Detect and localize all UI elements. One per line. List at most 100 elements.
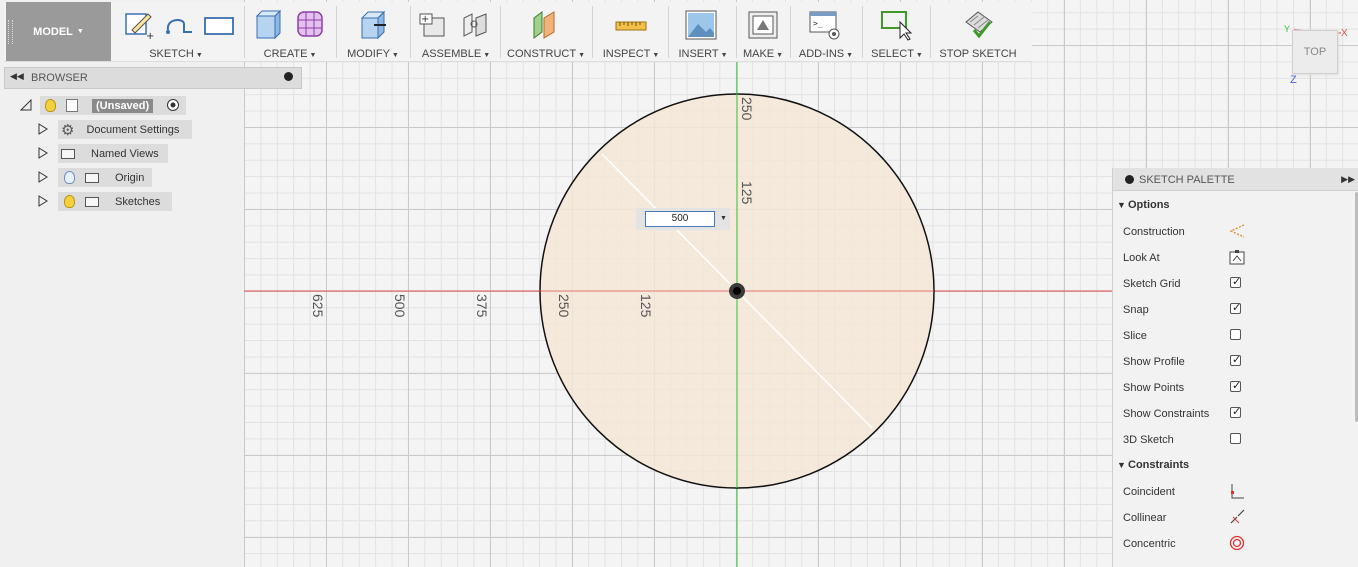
sketch-group[interactable]: + SKETCH ▼: [116, 2, 236, 61]
palette-header[interactable]: SKETCH PALETTE ▶▶: [1113, 168, 1358, 191]
create-group[interactable]: CREATE ▼: [248, 2, 332, 61]
palette-option-show-profile[interactable]: Show Profile: [1113, 349, 1353, 375]
stop-sketch-group[interactable]: STOP SKETCH: [934, 2, 1022, 61]
show-profile-checkbox[interactable]: [1230, 353, 1241, 366]
options-section-header[interactable]: ▼ Options: [1113, 193, 1353, 219]
select-icon[interactable]: [880, 8, 914, 42]
palette-option-slice[interactable]: Slice: [1113, 323, 1353, 349]
rectangle-icon[interactable]: [202, 8, 236, 42]
center-point[interactable]: [733, 287, 741, 295]
palette-option-snap[interactable]: Snap: [1113, 297, 1353, 323]
new-component-icon[interactable]: +: [416, 8, 450, 42]
browser-item-node[interactable]: ⚙ Document Settings: [58, 120, 192, 139]
dimension-input-box: 500 ▼: [636, 208, 730, 230]
insert-image-icon[interactable]: [684, 8, 718, 42]
lightbulb-icon[interactable]: [45, 99, 56, 112]
constraint-label: Concentric: [1123, 538, 1176, 550]
scripts-icon[interactable]: >_: [808, 8, 842, 42]
slice-checkbox[interactable]: [1230, 329, 1241, 340]
diameter-dimension-input[interactable]: 500: [645, 211, 715, 227]
3d-print-icon[interactable]: [746, 8, 780, 42]
inspect-group[interactable]: INSPECT ▼: [596, 2, 666, 61]
palette-option-show-constraints[interactable]: Show Constraints: [1113, 401, 1353, 427]
root-node[interactable]: (Unsaved): [40, 96, 186, 115]
view-cube-top-face[interactable]: TOP: [1292, 30, 1338, 74]
expand-palette-icon[interactable]: ▶▶: [1341, 174, 1355, 185]
form-icon[interactable]: [294, 8, 328, 42]
palette-option-look-at[interactable]: Look At: [1113, 245, 1353, 271]
make-group[interactable]: MAKE ▼: [738, 2, 788, 61]
palette-constraint-coincident[interactable]: Coincident: [1113, 479, 1353, 505]
sketch-menu-label[interactable]: SKETCH ▼: [116, 48, 236, 60]
snap-checkbox[interactable]: [1230, 301, 1241, 314]
measure-icon[interactable]: [614, 8, 648, 42]
chevron-down-icon[interactable]: ▼: [720, 215, 727, 222]
toolbar-grip[interactable]: [8, 20, 13, 44]
expand-triangle-icon[interactable]: [38, 195, 48, 207]
joint-icon[interactable]: [458, 8, 492, 42]
browser-item-node[interactable]: Origin: [58, 168, 152, 187]
browser-item-node[interactable]: Named Views: [58, 144, 168, 163]
minimize-icon[interactable]: [1125, 175, 1134, 184]
palette-option-sketch-grid[interactable]: Sketch Grid: [1113, 271, 1353, 297]
insert-menu-label[interactable]: INSERT ▼: [672, 48, 734, 60]
inspect-menu-label[interactable]: INSPECT ▼: [596, 48, 666, 60]
coincident-icon[interactable]: [1229, 483, 1245, 499]
show-constraints-checkbox[interactable]: [1230, 405, 1241, 418]
expand-triangle-icon[interactable]: [38, 123, 48, 135]
line-icon[interactable]: [162, 8, 196, 42]
browser-header[interactable]: ◀◀ BROWSER: [4, 67, 302, 89]
palette-option-3d-sketch[interactable]: 3D Sketch: [1113, 427, 1353, 453]
palette-option-construction[interactable]: Construction: [1113, 219, 1353, 245]
lightbulb-icon[interactable]: [64, 195, 75, 208]
extrude-icon[interactable]: [252, 8, 286, 42]
lightbulb-off-icon[interactable]: [64, 171, 75, 184]
assemble-group[interactable]: + ASSEMBLE ▼: [414, 2, 498, 61]
browser-item-origin[interactable]: Origin: [38, 168, 198, 187]
modify-group[interactable]: MODIFY ▼: [340, 2, 406, 61]
palette-option-show-points[interactable]: Show Points: [1113, 375, 1353, 401]
expand-triangle-icon[interactable]: [38, 147, 48, 159]
concentric-icon[interactable]: [1229, 535, 1245, 551]
create-sketch-icon[interactable]: +: [122, 8, 156, 42]
make-menu-label[interactable]: MAKE ▼: [738, 48, 788, 60]
show-points-checkbox[interactable]: [1230, 379, 1241, 392]
look-at-icon[interactable]: [1229, 249, 1245, 265]
constraints-section-header[interactable]: ▼ Constraints: [1113, 453, 1353, 479]
workspace-label: MODEL: [33, 25, 73, 38]
offset-plane-icon[interactable]: [528, 8, 562, 42]
activate-radio-icon[interactable]: [166, 98, 180, 112]
add-ins-group[interactable]: >_ ADD-INS ▼: [794, 2, 858, 61]
browser-title: BROWSER: [31, 72, 88, 84]
browser-item-sketches[interactable]: Sketches: [38, 192, 198, 211]
stop-sketch-label[interactable]: STOP SKETCH: [934, 48, 1022, 60]
construction-icon[interactable]: [1229, 223, 1245, 239]
workspace-switcher-button[interactable]: MODEL ▼: [6, 2, 111, 61]
select-group[interactable]: SELECT ▼: [866, 2, 928, 61]
collapse-browser-icon[interactable]: ◀◀: [10, 71, 24, 82]
palette-constraint-collinear[interactable]: Collinear: [1113, 505, 1353, 531]
sketch-grid-checkbox[interactable]: [1230, 275, 1241, 288]
insert-group[interactable]: INSERT ▼: [672, 2, 734, 61]
option-label: Sketch Grid: [1123, 278, 1181, 290]
assemble-menu-label[interactable]: ASSEMBLE ▼: [414, 48, 498, 60]
construct-menu-label[interactable]: CONSTRUCT ▼: [504, 48, 588, 60]
browser-root-row[interactable]: (Unsaved): [20, 96, 200, 115]
stop-sketch-icon[interactable]: [962, 8, 996, 42]
browser-item-named-views[interactable]: Named Views: [38, 144, 198, 163]
collapse-triangle-icon[interactable]: [20, 99, 32, 111]
view-cube[interactable]: Y X Z TOP: [1284, 24, 1354, 88]
browser-item-document-settings[interactable]: ⚙ Document Settings: [38, 120, 198, 139]
collinear-icon[interactable]: [1229, 509, 1245, 525]
palette-constraint-concentric[interactable]: Concentric: [1113, 531, 1353, 557]
press-pull-icon[interactable]: [356, 8, 390, 42]
expand-triangle-icon[interactable]: [38, 171, 48, 183]
3d-sketch-checkbox[interactable]: [1230, 433, 1241, 444]
create-menu-label[interactable]: CREATE ▼: [248, 48, 332, 60]
add-ins-menu-label[interactable]: ADD-INS ▼: [794, 48, 858, 60]
browser-item-node[interactable]: Sketches: [58, 192, 172, 211]
select-menu-label[interactable]: SELECT ▼: [866, 48, 928, 60]
construct-group[interactable]: CONSTRUCT ▼: [504, 2, 588, 61]
modify-menu-label[interactable]: MODIFY ▼: [340, 48, 406, 60]
minimize-icon[interactable]: [284, 72, 293, 81]
